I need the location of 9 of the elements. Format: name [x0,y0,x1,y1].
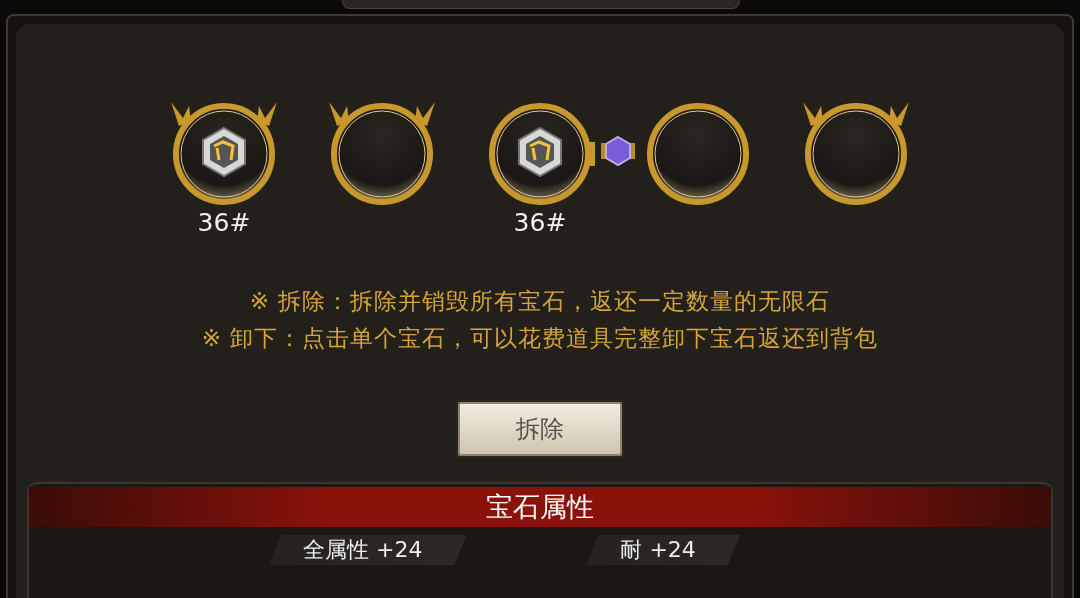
gem-level-label: 36# [197,208,251,237]
gem-level-label: 36# [513,208,567,237]
attribute-stat: 耐 +24 [586,535,740,565]
attributes-title: 宝石属性 [29,487,1051,527]
remove-button[interactable]: 拆除 [458,402,622,456]
hint-text: ※ 拆除：拆除并销毁所有宝石，返还一定数量的无限石 [249,287,831,316]
gem-link-icon [601,134,635,168]
hint-text: ※ 卸下：点击单个宝石，可以花费道具完整卸下宝石返还到背包 [201,324,879,353]
attribute-stat: 全属性 +24 [269,535,467,565]
